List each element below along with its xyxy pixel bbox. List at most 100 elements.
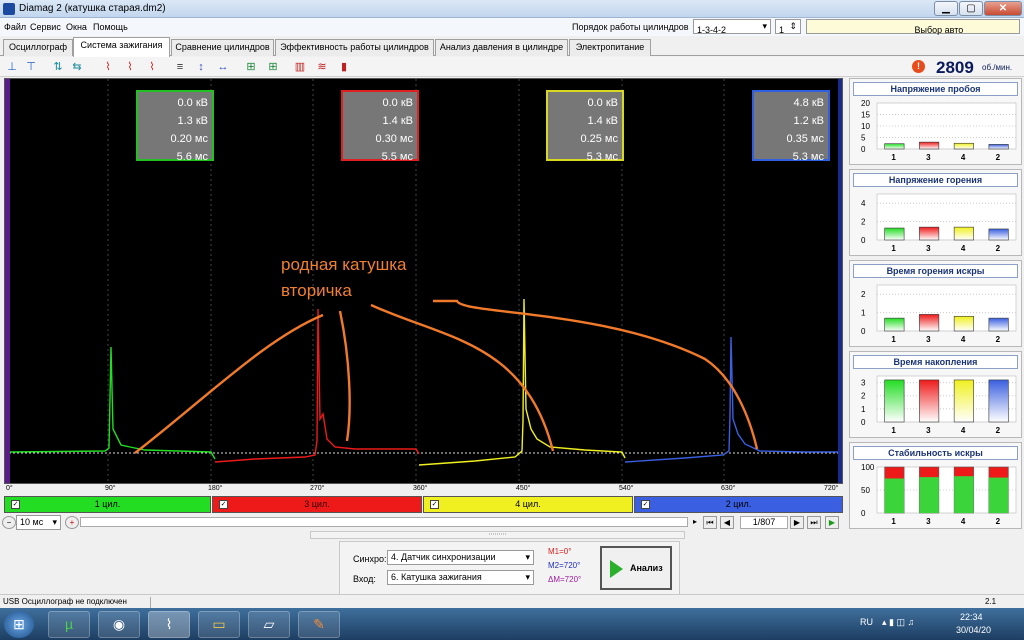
chart-bar xyxy=(884,227,905,241)
degree-tick: 540° xyxy=(619,485,634,492)
chart-x-tick: 3 xyxy=(926,244,931,253)
marker-m1[interactable] xyxy=(5,79,10,484)
chart-bar xyxy=(988,144,1009,150)
tab-oscilloscope[interactable]: Осциллограф xyxy=(3,39,73,56)
waveform-single-icon[interactable]: ⌇ xyxy=(145,60,159,74)
title-bar: Diamag 2 (катушка старая.dm2) ▁ ▢ ✕ xyxy=(0,0,1024,18)
bar-chart-icon[interactable]: ▥ xyxy=(293,60,307,74)
tab-power-supply[interactable]: Электропитание xyxy=(569,39,651,56)
checkbox[interactable]: ✓ xyxy=(641,500,650,509)
folder-icon[interactable]: ▭ xyxy=(198,611,240,638)
car-select[interactable]: Выбор авто xyxy=(806,19,1020,35)
time-scrollbar[interactable] xyxy=(80,517,688,527)
tab-pressure-analysis[interactable]: Анализ давления в цилиндре xyxy=(435,39,568,56)
spectrum-icon[interactable]: ≋ xyxy=(315,60,329,74)
grid-icon[interactable]: ≡ xyxy=(173,60,187,74)
degree-tick: 180° xyxy=(208,485,223,492)
zoom-vertical-icon[interactable]: ↕ xyxy=(194,60,208,74)
marker-delta-readout: ΔM=720° xyxy=(548,575,582,584)
align-icon[interactable]: ⇅ xyxy=(51,60,65,74)
clock-date[interactable]: 30/04/20 xyxy=(956,625,991,635)
utorrent-icon[interactable]: µ xyxy=(48,611,90,638)
scroll-right-icon[interactable]: ▸ xyxy=(688,516,702,529)
chart-x-tick: 4 xyxy=(961,244,966,253)
waveform-cascade-icon[interactable]: ⌇ xyxy=(123,60,137,74)
cylinder-3-toggle[interactable]: ✓ 3 цил. xyxy=(212,496,422,513)
checkbox[interactable]: ✓ xyxy=(11,500,20,509)
first-frame-button[interactable]: ⏮ xyxy=(703,516,717,529)
timebase-select[interactable]: 10 мс ▾ xyxy=(16,515,61,530)
panel-splitter[interactable]: ⋯⋯⋯ xyxy=(310,531,685,539)
histogram-icon[interactable]: ▮ xyxy=(337,60,351,74)
menu-service[interactable]: Сервис xyxy=(30,22,61,32)
analyze-button[interactable]: Анализ xyxy=(600,546,672,590)
cylinder-number-stepper[interactable]: 1 ⇕ xyxy=(775,19,801,35)
trigger-rise-icon[interactable]: ⊥ xyxy=(5,60,19,74)
tab-cylinder-comparison[interactable]: Сравнение цилиндров xyxy=(171,39,274,56)
menu-file[interactable]: Файл xyxy=(4,22,26,32)
main-tabs: Осциллограф Система зажигания Сравнение … xyxy=(0,37,1024,57)
cylinder-4-toggle[interactable]: ✓ 4 цил. xyxy=(423,496,633,513)
chart-bar xyxy=(988,379,1009,423)
play-button[interactable]: ▶ xyxy=(825,516,839,529)
waveform-canvas[interactable] xyxy=(5,79,843,484)
navigation-row: − 10 мс ▾ + ▸ ⏮ ◀ 1/807 ▶ ⏭ ▶ xyxy=(0,514,845,530)
annotation-stroke xyxy=(338,310,351,442)
document-icon[interactable]: ▱ xyxy=(248,611,290,638)
zoom-horizontal-icon[interactable]: ↔ xyxy=(216,60,230,74)
scale-icon[interactable]: ⇆ xyxy=(70,60,84,74)
zoom-out-icon[interactable]: − xyxy=(2,516,16,529)
statistics-panels: Напряжение пробоя 20 15 10 5 0 1 3 4 2 Напряжение… xyxy=(849,78,1022,590)
chart-x-tick: 1 xyxy=(891,517,896,526)
close-button[interactable]: ✕ xyxy=(984,1,1022,16)
marker-m1-readout: M1=0° xyxy=(548,547,572,556)
chart-y-tick: 1 xyxy=(861,405,866,414)
frame-counter[interactable]: 1/807 xyxy=(740,516,788,529)
maximize-button[interactable]: ▢ xyxy=(959,1,983,16)
degree-tick: 450° xyxy=(516,485,531,492)
burn-voltage-panel: Напряжение горения 4 2 0 1 3 4 2 xyxy=(849,169,1022,256)
chart-x-tick: 3 xyxy=(926,517,931,526)
info-value: 0.0 кВ xyxy=(587,97,619,109)
language-indicator[interactable]: RU xyxy=(860,617,873,627)
chart-x-tick: 2 xyxy=(996,426,1001,435)
chart-bar xyxy=(919,226,940,241)
tab-cylinder-efficiency[interactable]: Эффективность работы цилиндров xyxy=(275,39,434,56)
marker-m2[interactable] xyxy=(838,79,843,484)
info-value: 1.4 кВ xyxy=(587,115,619,127)
chrome-icon[interactable]: ◉ xyxy=(98,611,140,638)
minimize-button[interactable]: ▁ xyxy=(934,1,958,16)
paint-icon[interactable]: ✎ xyxy=(298,611,340,638)
prev-frame-button[interactable]: ◀ xyxy=(720,516,734,529)
marker-icon[interactable]: ⊞ xyxy=(244,60,258,74)
oscilloscope-display[interactable]: 0.0 кВ 1.3 кВ 0.20 мс 5.6 мс 0.0 кВ 1.4 кВ 0.… xyxy=(4,78,843,484)
info-value: 5.6 мс xyxy=(176,151,208,163)
menu-windows[interactable]: Окна xyxy=(66,22,87,32)
last-frame-button[interactable]: ⏭ xyxy=(807,516,821,529)
chart-y-tick: 4 xyxy=(861,199,866,208)
menu-help[interactable]: Помощь xyxy=(93,22,128,32)
app-icon xyxy=(3,3,15,15)
clock-time[interactable]: 22:34 xyxy=(960,612,983,622)
warning-icon[interactable]: ! xyxy=(912,60,925,73)
zoom-in-icon[interactable]: + xyxy=(65,516,79,529)
start-button[interactable]: ⊞ xyxy=(4,611,34,638)
checkbox[interactable]: ✓ xyxy=(219,500,228,509)
cylinder-order-select[interactable]: 1-3-4-2 ▾ xyxy=(693,19,771,35)
tab-ignition-system[interactable]: Система зажигания xyxy=(73,37,170,57)
cylinder-1-toggle[interactable]: ✓ 1 цил. xyxy=(4,496,211,513)
breakdown-voltage-chart: 20 15 10 5 0 1 3 4 2 xyxy=(861,99,1017,162)
sync-select[interactable]: 4. Датчик синхронизации ▾ xyxy=(387,550,534,565)
panel-title: Время горения искры xyxy=(853,264,1018,278)
trigger-fall-icon[interactable]: ⊤ xyxy=(24,60,38,74)
tray-icons[interactable]: ▴ ▮ ◫ ♫ xyxy=(882,617,914,628)
waveform-trace-2 xyxy=(214,308,420,463)
diamag-icon[interactable]: ⌇ xyxy=(148,611,190,638)
checkbox[interactable]: ✓ xyxy=(430,500,439,509)
marker-move-icon[interactable]: ⊞ xyxy=(266,60,280,74)
next-frame-button[interactable]: ▶ xyxy=(790,516,804,529)
panel-title: Напряжение горения xyxy=(853,173,1018,187)
input-select[interactable]: 6. Катушка зажигания ▾ xyxy=(387,570,534,585)
cylinder-2-toggle[interactable]: ✓ 2 цил. xyxy=(634,496,843,513)
waveform-overlay-icon[interactable]: ⌇ xyxy=(101,60,115,74)
